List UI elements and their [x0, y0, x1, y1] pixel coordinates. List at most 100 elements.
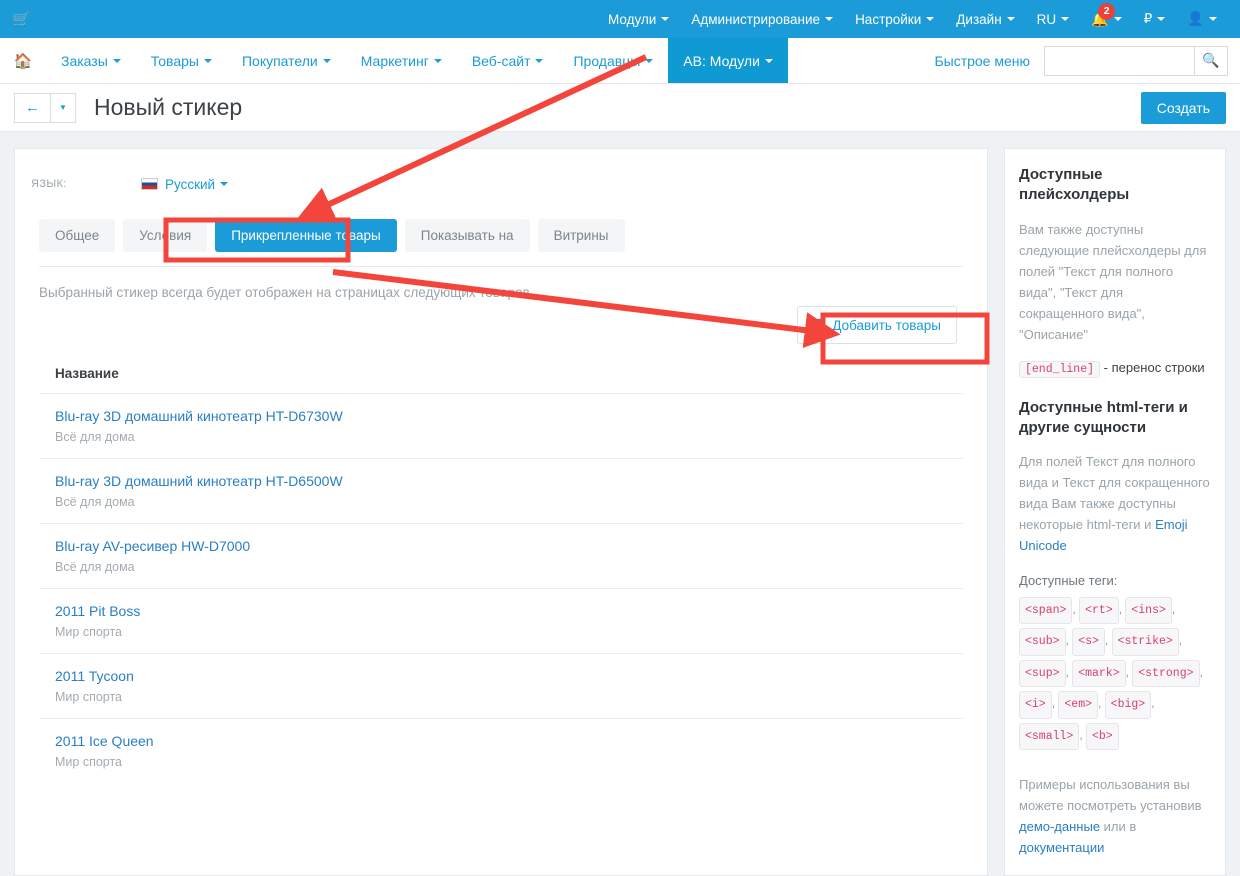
html-tag: <big> — [1104, 691, 1152, 719]
nav-item-website[interactable]: Веб-сайт — [457, 38, 559, 83]
back-dropdown-button[interactable]: ▼ — [50, 92, 76, 123]
placeholders-text: Вам также доступны следующие плейсхолдер… — [1019, 221, 1207, 342]
html-tag: <rt> — [1079, 596, 1119, 625]
product-name-link[interactable]: Blu-ray AV-ресивер HW-D7000 — [55, 538, 963, 554]
placeholders-title: Доступные плейсхолдеры — [1019, 166, 1130, 204]
language-value: Русский — [165, 176, 216, 192]
help-sidebar: Доступные плейсхолдеры Вам также доступн… — [1004, 148, 1226, 876]
documentation-link[interactable]: документации — [1019, 840, 1104, 855]
end-line-desc: - перенос строки — [1100, 359, 1205, 375]
main-panel: Язык: Русский Общее Условия Прикрепленны… — [14, 148, 988, 876]
topbar-item-language[interactable]: RU — [1026, 0, 1081, 38]
tab-show-on[interactable]: Показывать на — [404, 219, 530, 252]
chevron-down-icon — [1157, 17, 1166, 21]
chevron-down-icon — [764, 58, 773, 63]
nav-item-label: Продавцы — [573, 52, 641, 69]
tab-attached-products[interactable]: Прикрепленные товары — [215, 219, 397, 252]
end-line-row: [end_line] - перенос строки — [1019, 359, 1211, 380]
available-tags-list: <span>, <rt>, <ins>, <sub>, <s>, <strike… — [1019, 595, 1211, 753]
product-name-link[interactable]: Blu-ray 3D домашний кинотеатр HT-D6500W — [55, 473, 963, 489]
html-tag: <ins> — [1125, 596, 1172, 625]
search-box: 🔍 — [1044, 45, 1228, 76]
product-name-link[interactable]: 2011 Pit Boss — [55, 603, 963, 619]
products-table: Название Blu-ray 3D домашний кинотеатр H… — [39, 366, 963, 783]
topbar-notifications[interactable]: 🔔 2 — [1080, 0, 1132, 38]
product-name-link[interactable]: 2011 Ice Queen — [55, 733, 963, 749]
chevron-down-icon — [112, 58, 121, 63]
nav-item-orders[interactable]: Заказы — [46, 38, 136, 83]
tab-conditions[interactable]: Условия — [123, 219, 208, 252]
notification-badge: 2 — [1098, 2, 1116, 20]
back-button[interactable]: ← — [14, 92, 50, 123]
chevron-down-icon — [433, 58, 442, 63]
topbar-item-administration[interactable]: Администрирование — [680, 0, 844, 38]
cart-icon[interactable]: 🛒 — [12, 10, 31, 28]
create-button[interactable]: Создать — [1140, 91, 1226, 124]
language-selector[interactable]: Русский — [141, 176, 229, 192]
table-row[interactable]: Blu-ray 3D домашний кинотеатр HT-D6730W … — [39, 393, 963, 458]
topbar-item-modules[interactable]: Модули — [597, 0, 680, 38]
quick-menu-link[interactable]: Быстрое меню — [934, 53, 1030, 69]
tabs-divider — [39, 266, 963, 267]
product-category: Мир спорта — [55, 755, 123, 769]
nav-item-customers[interactable]: Покупатели — [227, 38, 346, 83]
topbar-user-menu[interactable]: 👤 — [1176, 0, 1228, 38]
language-label: Язык: — [31, 178, 67, 190]
topbar-item-label: Настройки — [855, 11, 922, 27]
topbar-currency[interactable]: ₽ — [1133, 0, 1177, 38]
html-tags-text: Для полей Текст для полного вида и Текст… — [1019, 451, 1211, 556]
add-products-row: ✚ Добавить товары — [31, 306, 957, 344]
content-wrapper: Язык: Русский Общее Условия Прикрепленны… — [0, 132, 1240, 876]
html-tag: <b> — [1085, 722, 1119, 751]
html-tag: <mark> — [1072, 659, 1126, 688]
examples-text: Примеры использования вы можете посмотре… — [1019, 774, 1211, 858]
product-category: Всё для дома — [55, 495, 135, 509]
back-button-group: ← ▼ — [14, 92, 76, 123]
chevron-down-icon — [220, 182, 229, 186]
tab-general[interactable]: Общее — [39, 219, 116, 252]
product-name-link[interactable]: 2011 Tycoon — [55, 668, 963, 684]
table-row[interactable]: 2011 Tycoon Мир спорта — [39, 653, 963, 718]
search-input[interactable] — [1044, 45, 1194, 76]
nav-item-vendors[interactable]: Продавцы — [558, 38, 668, 83]
table-row[interactable]: 2011 Pit Boss Мир спорта — [39, 588, 963, 653]
html-tags-title-part1: Доступные — [1019, 398, 1107, 416]
chevron-down-icon — [535, 58, 544, 63]
home-icon[interactable]: 🏠 — [0, 38, 46, 83]
end-line-code: [end_line] — [1019, 360, 1101, 378]
topbar-item-label: Администрирование — [691, 11, 821, 27]
nav-item-label: Веб-сайт — [471, 52, 531, 69]
table-header-name: Название — [55, 366, 119, 381]
nav-item-products[interactable]: Товары — [136, 38, 227, 83]
add-products-label: Добавить товары — [832, 317, 941, 333]
topbar-item-design[interactable]: Дизайн — [945, 0, 1025, 38]
nav-item-label: Маркетинг — [360, 52, 429, 69]
top-bar: 🛒 Модули Администрирование Настройки Диз… — [0, 0, 1240, 38]
examples-text-part2: или в — [1100, 819, 1137, 835]
chevron-down-icon — [322, 58, 331, 63]
html-tag: <em> — [1058, 691, 1098, 719]
html-tags-title-bold: html — [1106, 398, 1139, 416]
html-tag: <sup> — [1019, 659, 1066, 688]
table-row[interactable]: 2011 Ice Queen Мир спорта — [39, 718, 963, 783]
add-products-button[interactable]: ✚ Добавить товары — [796, 306, 957, 344]
chevron-down-icon — [1209, 17, 1217, 21]
product-name-link[interactable]: Blu-ray 3D домашний кинотеатр HT-D6730W — [55, 408, 963, 424]
demo-data-link[interactable]: демо-данные — [1019, 819, 1100, 834]
product-category: Мир спорта — [55, 625, 123, 639]
chevron-down-icon — [926, 17, 935, 21]
chevron-down-icon — [1061, 17, 1070, 21]
nav-item-marketing[interactable]: Маркетинг — [346, 38, 457, 83]
nav-item-label: AB: Модули — [683, 52, 760, 69]
product-category: Всё для дома — [55, 430, 135, 444]
tab-storefronts[interactable]: Витрины — [537, 219, 625, 252]
nav-item-ab-modules[interactable]: AB: Модули — [668, 38, 788, 83]
table-row[interactable]: Blu-ray 3D домашний кинотеатр HT-D6500W … — [39, 458, 963, 523]
search-icon[interactable]: 🔍 — [1194, 45, 1228, 76]
chevron-down-icon — [825, 17, 834, 21]
topbar-item-settings[interactable]: Настройки — [844, 0, 945, 38]
examples-text-part1: Примеры использования вы можете посмотре… — [1019, 777, 1202, 814]
currency-label: ₽ — [1143, 11, 1153, 26]
html-tag: <strong> — [1132, 659, 1200, 688]
table-row[interactable]: Blu-ray AV-ресивер HW-D7000 Всё для дома — [39, 523, 963, 588]
